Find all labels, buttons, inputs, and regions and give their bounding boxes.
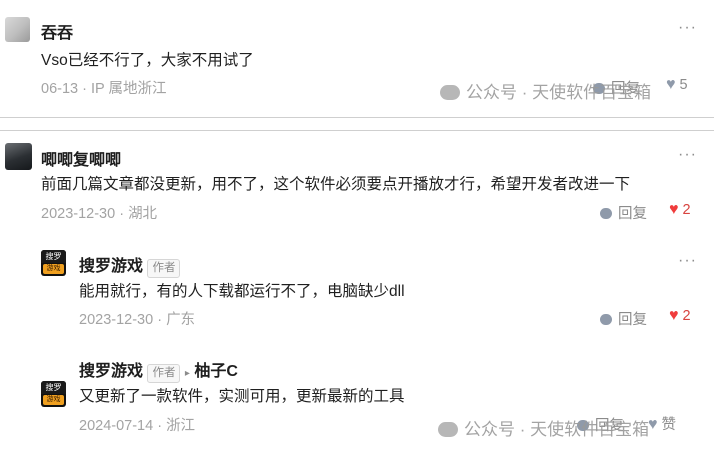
divider	[0, 130, 714, 131]
wechat-icon	[438, 422, 458, 437]
reply-bubble-icon	[600, 314, 612, 325]
reply-date: 2023-12-30	[79, 312, 154, 328]
reply-text: 又更新了一款软件，实测可用，更新最新的工具	[79, 388, 405, 405]
reply-button[interactable]: 回复	[600, 308, 647, 329]
avatar[interactable]: 搜罗 游戏	[41, 250, 66, 276]
like-button[interactable]: ♥ 2	[669, 201, 691, 219]
avatar-logo-top: 搜罗	[41, 250, 66, 263]
avatar[interactable]	[5, 17, 30, 42]
heart-icon: ♥	[669, 307, 679, 324]
reply-label: 回复	[618, 206, 647, 222]
meta-separator: ·	[82, 81, 91, 97]
reply-username[interactable]: 搜罗游戏	[79, 258, 143, 275]
watermark-text: 公众号 · 天使软件百宝箱	[466, 83, 652, 102]
reply-header: 搜罗游戏 作者	[79, 252, 181, 278]
more-options-icon[interactable]: ···	[678, 252, 697, 270]
comment-username[interactable]: 吞吞	[41, 19, 73, 43]
wechat-icon	[440, 85, 460, 100]
avatar-logo-bottom: 游戏	[43, 395, 64, 405]
comment-meta: 06-13 · IP 属地浙江	[41, 77, 166, 98]
reply-location: 浙江	[166, 418, 196, 434]
reply-meta: 2023-12-30 · 广东	[79, 308, 195, 329]
like-button[interactable]: ♥ 赞	[648, 413, 676, 434]
reply-header: 搜罗游戏 作者 ▸ 柚子C	[79, 357, 238, 383]
more-options-icon[interactable]: ···	[678, 146, 697, 164]
author-badge: 作者	[147, 259, 181, 278]
heart-icon: ♥	[666, 76, 676, 93]
heart-icon: ♥	[648, 416, 658, 433]
author-badge: 作者	[147, 364, 181, 383]
comment-username[interactable]: 唧唧复唧唧	[41, 146, 121, 170]
heart-icon: ♥	[669, 201, 679, 218]
reply-username[interactable]: 搜罗游戏	[79, 363, 143, 380]
like-count: 5	[679, 77, 688, 93]
like-count: 2	[682, 202, 691, 218]
meta-separator: ·	[119, 206, 129, 222]
like-count: 2	[682, 308, 691, 324]
avatar[interactable]	[5, 143, 32, 170]
meta-separator: ·	[157, 312, 167, 328]
avatar-logo-bottom: 游戏	[43, 264, 64, 274]
comment-date: 06-13	[41, 81, 79, 97]
comment-text: 前面几篇文章都没更新，用不了，这个软件必须要点开播放才行，希望开发者改进一下	[41, 176, 631, 193]
comment-date: 2023-12-30	[41, 206, 116, 222]
reply-meta: 2024-07-14 · 浙江	[79, 414, 195, 435]
comment-location: IP 属地浙江	[90, 81, 167, 97]
comment-text: Vso已经不行了，大家不用试了	[41, 52, 254, 69]
reply-label: 回复	[618, 312, 647, 328]
reply-text: 能用就行，有的人下载都运行不了，电脑缺少dll	[79, 283, 405, 300]
more-options-icon[interactable]: ···	[678, 19, 697, 37]
watermark-text: 公众号 · 天使软件百宝箱	[464, 420, 650, 439]
reply-to-username[interactable]: 柚子C	[194, 363, 238, 380]
reply-arrow-icon: ▸	[184, 368, 190, 379]
meta-separator: ·	[157, 418, 167, 434]
reply-date: 2024-07-14	[79, 418, 154, 434]
avatar[interactable]: 搜罗 游戏	[41, 381, 66, 407]
watermark: 公众号 · 天使软件百宝箱	[440, 78, 651, 103]
avatar-logo-top: 搜罗	[41, 381, 66, 394]
reply-location: 广东	[166, 312, 196, 328]
like-button[interactable]: ♥ 5	[666, 76, 688, 94]
divider	[0, 117, 714, 118]
like-label: 赞	[661, 417, 677, 433]
comment-meta: 2023-12-30 · 湖北	[41, 202, 157, 223]
watermark: 公众号 · 天使软件百宝箱	[438, 415, 649, 440]
like-button[interactable]: ♥ 2	[669, 307, 691, 325]
reply-bubble-icon	[600, 208, 612, 219]
comment-location: 湖北	[128, 206, 158, 222]
reply-button[interactable]: 回复	[600, 202, 647, 223]
